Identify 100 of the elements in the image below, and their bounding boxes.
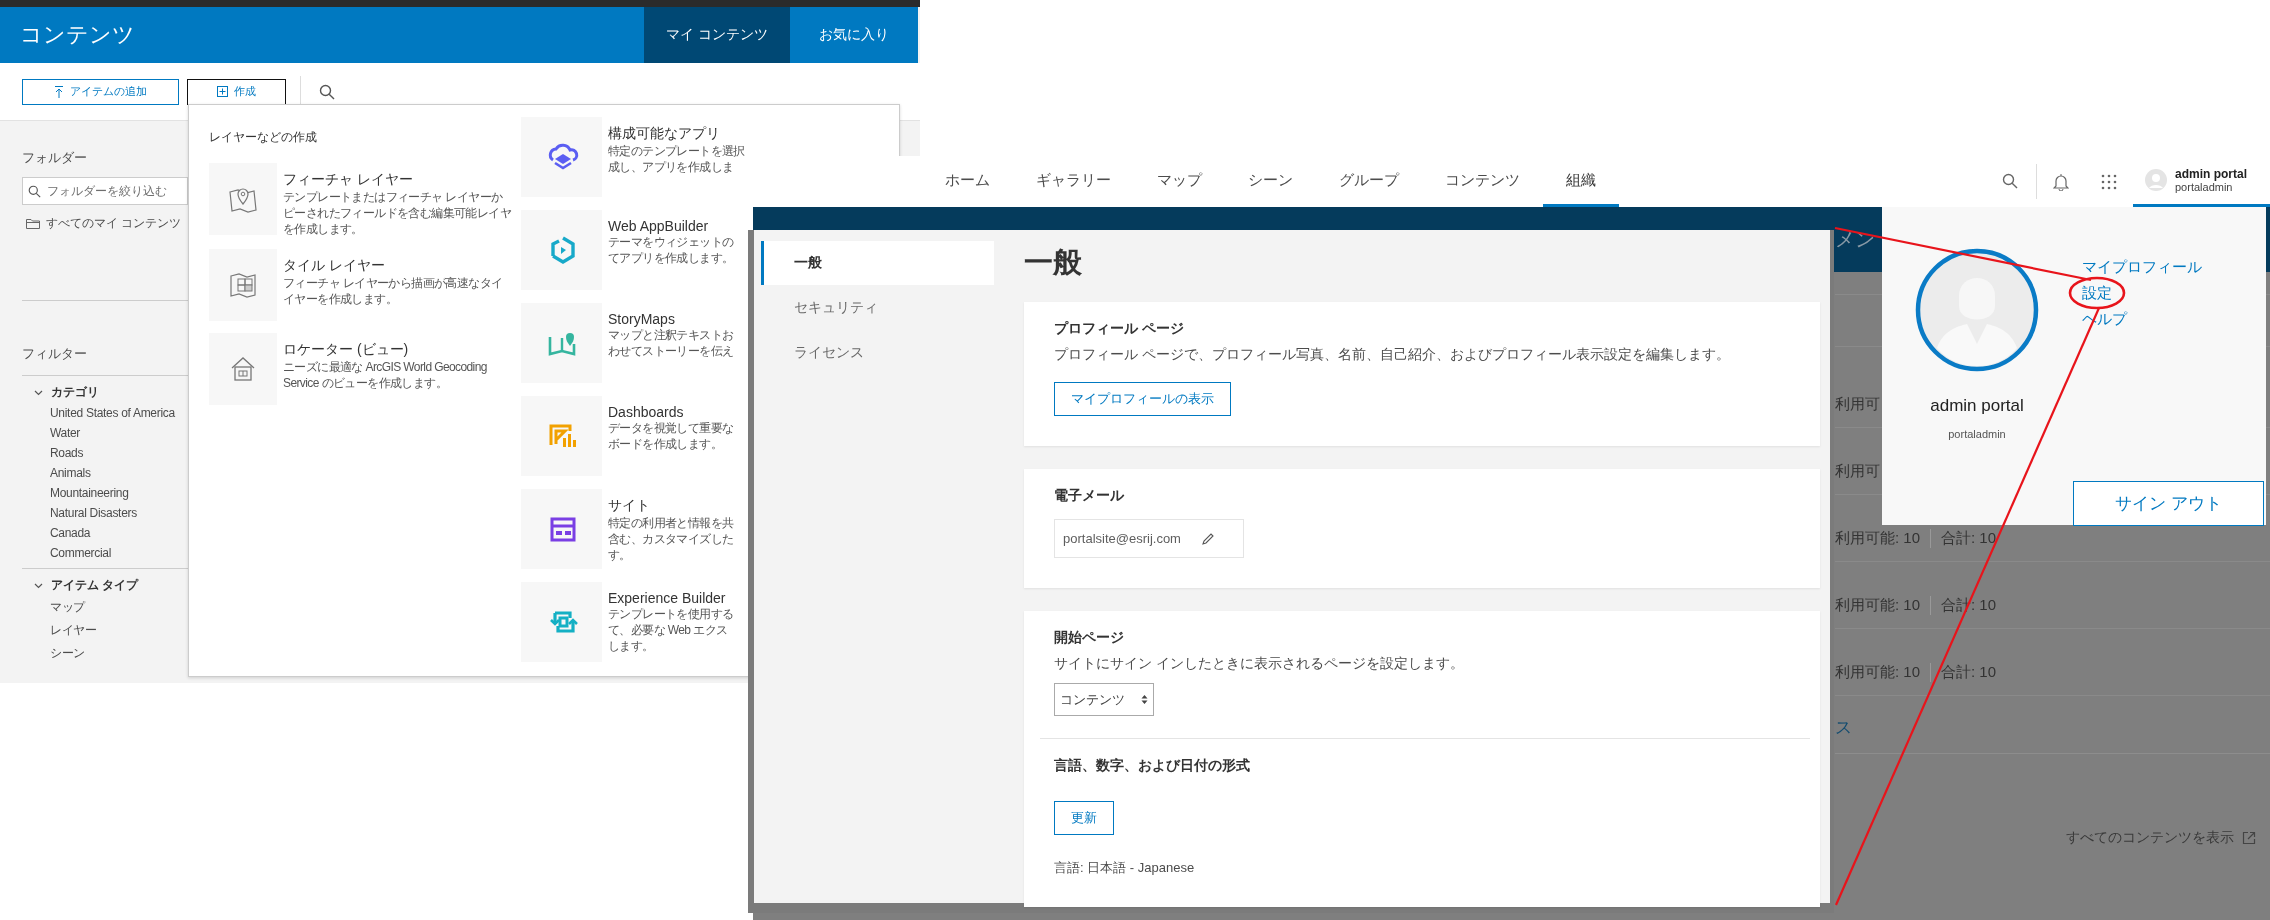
pencil-icon[interactable] — [1200, 531, 1215, 546]
item-title[interactable]: StoryMaps — [608, 311, 675, 327]
search-icon — [28, 185, 41, 198]
add-item-button[interactable]: アイテムの追加 — [22, 78, 179, 105]
item-description: フィーチャ レイヤーから描画が高速なタイ — [283, 275, 503, 291]
section-title: 言語、数字、および日付の形式 — [1054, 757, 1251, 775]
chevron-down-icon[interactable] — [34, 581, 43, 590]
item-tile[interactable] — [209, 163, 277, 235]
user-avatar-icon — [2145, 169, 2167, 191]
item-title[interactable]: サイト — [608, 497, 650, 515]
nav-tab[interactable]: シーン — [1225, 156, 1316, 207]
settings-tab[interactable]: ライセンス — [761, 331, 994, 375]
settings-tab[interactable]: 一般 — [761, 241, 994, 285]
user-silhouette-icon — [1915, 248, 2039, 372]
user-name: admin portal — [2175, 167, 2247, 181]
nav-tab[interactable]: マップ — [1134, 156, 1225, 207]
filter-item[interactable]: Mountaineering — [50, 486, 129, 500]
profile-button[interactable]: マイプロフィールの表示 — [1054, 382, 1231, 416]
nav-tab[interactable]: ギャラリー — [1013, 156, 1134, 207]
folder-item[interactable]: すべてのマイ コンテンツ — [46, 215, 182, 232]
bell-icon[interactable] — [2053, 172, 2069, 191]
filter-item[interactable]: Canada — [50, 526, 91, 540]
search-icon[interactable] — [319, 83, 335, 100]
item-title[interactable]: 構成可能なアプリ — [608, 125, 720, 143]
filter-item[interactable]: レイヤー — [50, 622, 97, 639]
section-title: 電子メール — [1054, 487, 1125, 505]
item-description: します。 — [608, 638, 654, 654]
item-description: 特定の利用者と情報を共 — [608, 515, 734, 531]
item-description: 特定のテンプレートを選択 — [608, 143, 745, 159]
filter-group-title[interactable]: カテゴリ — [51, 384, 99, 401]
item-tile[interactable] — [521, 210, 602, 290]
item-description: 含む、カスタマイズした — [608, 531, 734, 547]
license-total: 合計: 10 — [1930, 663, 1997, 682]
nav-tab[interactable]: コンテンツ — [1422, 156, 1543, 207]
item-description: テンプレートを使用する — [608, 606, 734, 622]
page-heading: 一般 — [1024, 245, 1083, 280]
section-title: 開始ページ — [1054, 629, 1125, 647]
folder-filter-field[interactable]: フォルダーを絞り込む — [22, 177, 188, 205]
item-tile[interactable] — [521, 396, 602, 476]
create-button[interactable]: 作成 — [187, 78, 286, 105]
filter-item[interactable]: Water — [50, 426, 81, 440]
filter-item[interactable]: Animals — [50, 466, 91, 480]
license-count: 利用可能: 10 — [1835, 663, 1921, 682]
start-page-select[interactable]: コンテンツ — [1054, 683, 1154, 716]
plus-square-icon — [217, 86, 228, 97]
user-id: portaladmin — [2175, 181, 2234, 193]
item-description: テンプレートまたはフィーチャ レイヤーか — [283, 189, 503, 205]
tab[interactable]: マイ コンテンツ — [644, 7, 790, 63]
email-field[interactable]: portalsite@esrij.com — [1054, 519, 1244, 558]
filter-item[interactable]: Roads — [50, 446, 84, 460]
apps-grid-icon[interactable] — [2101, 173, 2117, 190]
item-description: 成し、アプリを作成しま — [608, 159, 734, 175]
sign-out-button[interactable]: サイン アウト — [2073, 481, 2264, 526]
page-title: コンテンツ — [19, 21, 136, 49]
filter-item[interactable]: Natural Disasters — [50, 506, 137, 520]
menu-link[interactable]: 設定 — [2082, 283, 2112, 303]
item-description: ニーズに最適な ArcGIS World Geocoding — [283, 359, 487, 375]
item-title[interactable]: タイル レイヤー — [283, 257, 385, 275]
item-tile[interactable] — [521, 582, 602, 662]
license-total: 合計: 10 — [1930, 529, 1997, 548]
item-description: イヤーを作成します。 — [283, 291, 397, 307]
section-title: プロフィール ページ — [1054, 320, 1185, 338]
item-title[interactable]: ロケーター (ビュー) — [283, 341, 409, 359]
nav-tab[interactable]: グループ — [1316, 156, 1422, 207]
filter-item[interactable]: Commercial — [50, 546, 111, 560]
filter-item[interactable]: シーン — [50, 645, 86, 662]
item-tile[interactable] — [209, 249, 277, 321]
filter-item[interactable]: マップ — [50, 599, 86, 616]
license-count: 利用可 — [1835, 462, 1880, 481]
up-down-caret-icon — [1141, 694, 1148, 705]
filters-heading: フィルター — [22, 345, 88, 363]
item-tile[interactable] — [521, 117, 602, 197]
chevron-down-icon[interactable] — [34, 388, 43, 397]
item-title[interactable]: Dashboards — [608, 404, 684, 420]
item-tile[interactable] — [521, 489, 602, 569]
folder-icon — [26, 218, 40, 229]
item-tile[interactable] — [521, 303, 602, 383]
item-tile[interactable] — [209, 333, 277, 405]
item-description: マップと注釈テキストお — [608, 327, 734, 343]
external-link-icon — [2242, 831, 2256, 845]
item-description: テーマをウィジェットの — [608, 234, 734, 250]
upload-icon — [54, 85, 64, 98]
license-count: 利用可能: 10 — [1835, 529, 1921, 548]
license-count: 利用可能: 10 — [1835, 596, 1921, 615]
item-title[interactable]: Web AppBuilder — [608, 218, 709, 234]
license-count: 利用可 — [1835, 395, 1880, 414]
item-title[interactable]: フィーチャ レイヤー — [283, 171, 413, 189]
search-icon[interactable] — [2002, 172, 2020, 191]
item-title[interactable]: Experience Builder — [608, 590, 726, 606]
filter-group-title[interactable]: アイテム タイプ — [51, 577, 139, 594]
item-description: ボードを作成します。 — [608, 436, 722, 452]
item-description: て、必要な Web エクス — [608, 622, 728, 638]
nav-tab[interactable]: ホーム — [922, 156, 1013, 207]
item-description: す。 — [608, 547, 631, 563]
menu-link[interactable]: マイプロフィール — [2082, 257, 2202, 277]
update-button[interactable]: 更新 — [1054, 801, 1114, 835]
language-setting: 言語: 日本語 - Japanese — [1054, 859, 1196, 877]
settings-tab[interactable]: セキュリティ — [761, 286, 994, 330]
item-description: わせてストーリーを伝え — [608, 343, 734, 359]
filter-item[interactable]: United States of America — [50, 406, 175, 420]
